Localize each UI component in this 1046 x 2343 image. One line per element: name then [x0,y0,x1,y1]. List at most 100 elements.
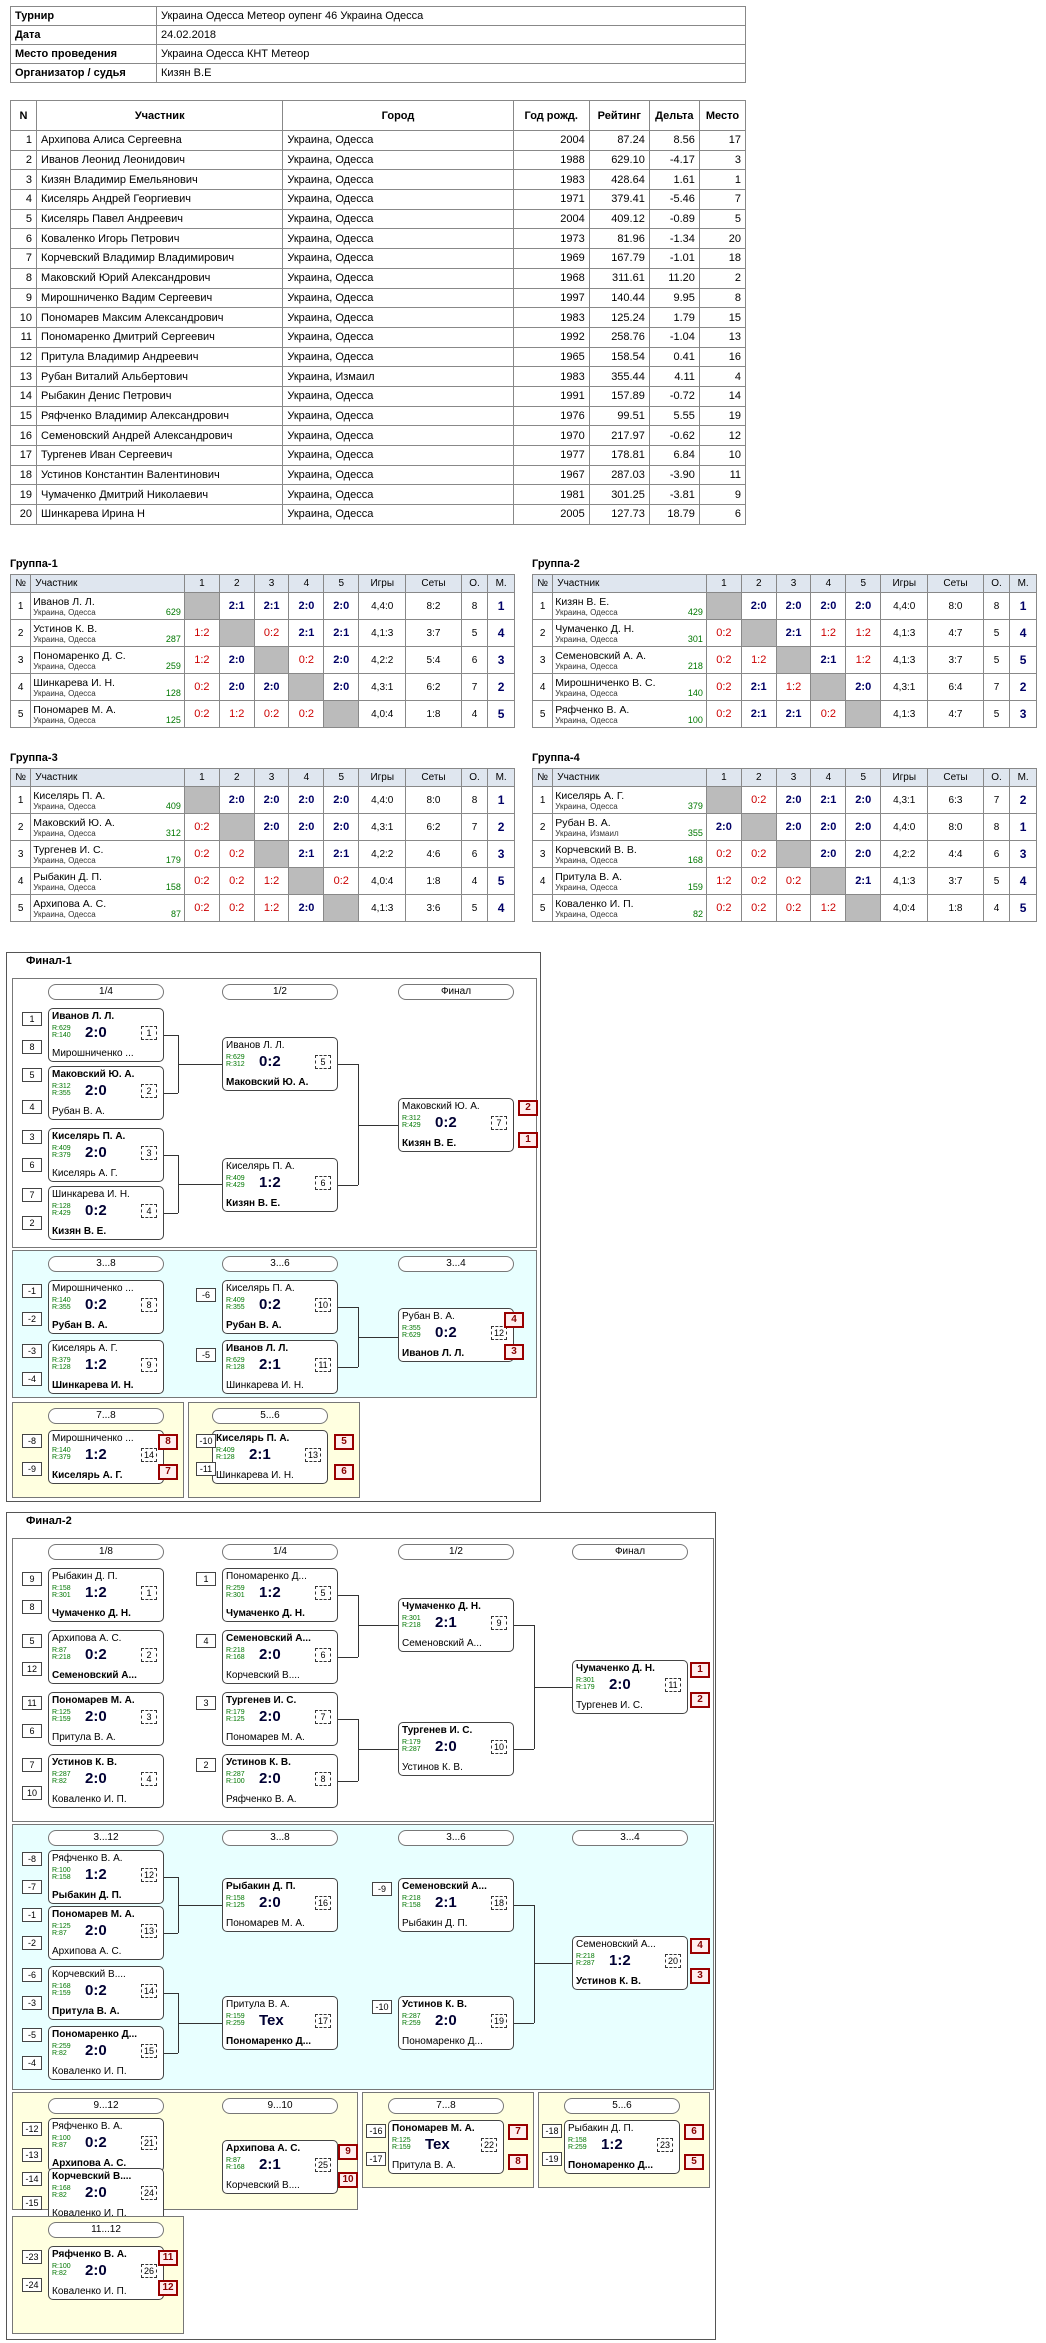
info-row: Дата 24.02.2018 [10,25,746,45]
seed-box: 7 [22,1758,42,1772]
place-cell: 2 [1009,673,1037,701]
table-cell: 7 [9,248,38,269]
match-result-cell [253,646,290,674]
match-player-2: Мирошниченко ... [52,1048,134,1059]
table-cell: 1992 [512,326,590,348]
match-result-cell: 0:2 [253,700,290,728]
games-cell: 4,3:1 [880,673,929,701]
participant-rating: 259 [165,661,181,671]
table-cell: Тургенев Иван Сергеевич [36,445,284,466]
match-result-cell [323,894,360,922]
match-result-cell: 2:0 [323,646,360,674]
match-rating-1: R:100 [52,2263,71,2270]
match-score: 2:0 [85,2262,107,2279]
group-row-number: 1 [9,592,32,620]
match-score: 1:2 [609,1952,631,1969]
participant-city: Украина, Одесса [33,715,96,725]
match-rating-2: R:355 [52,1090,71,1097]
match-box: Архипова А. С. Семеновский А... R:87 R:218 0… [48,1630,164,1684]
table-cell: 5.55 [648,405,700,427]
place-cell: 5 [487,867,515,895]
group-participant: Мирошниченко В. С. Украина, Одесса 140 [552,673,707,701]
group-row-number: 5 [531,894,554,922]
table-cell: 81.96 [588,228,650,250]
match-rating-2: R:629 [402,1332,421,1339]
bracket-line [514,1749,534,1750]
seed-box: -9 [22,1462,42,1476]
seed-box: 5 [22,1634,42,1648]
table-cell: 16 [698,346,747,368]
info-row: Организатор / судья Кизян В.Е [10,63,746,83]
match-rating-2: R:301 [226,1592,245,1599]
participant-city: Украина, Одесса [33,634,96,644]
match-rating-2: R:82 [52,1778,67,1785]
column-header: Год рожд. [512,100,590,131]
group-row: 2 Маковский Ю. А. Украина, Одесса 312 0:2 2:0… [9,813,515,841]
table-cell: 2005 [512,504,590,525]
match-player-2: Тургенев И. С. [576,1700,643,1711]
match-player-1: Притула В. А. [226,1999,290,2010]
match-number: 18 [491,1896,507,1910]
bracket-line [164,1877,178,1878]
match-box: Маковский Ю. А. Кизян В. Е. R:312 R:429 0:2 7 [398,1098,514,1152]
match-rating-1: R:409 [216,1447,235,1454]
match-player-2: Шинкарева И. Н. [226,1380,304,1391]
match-player-1: Пономарев М. А. [392,2123,475,2134]
match-rating-1: R:168 [52,2185,71,2192]
bracket-line [164,1993,178,1994]
table-cell: 18 [698,248,747,269]
match-result-cell: 0:2 [775,894,812,922]
match-result-cell: 2:0 [253,786,290,814]
group-participant: Кизян В. Е. Украина, Одесса 429 [552,592,707,620]
match-result-cell [740,619,777,647]
final-place-box: 6 [684,2124,704,2140]
group-row-number: 3 [531,646,554,674]
group-row: 1 Киселярь П. А. Украина, Одесса 409 2:0 2:0 2… [9,786,515,814]
match-score: 2:1 [249,1446,271,1463]
final-place-box: 9 [338,2144,358,2160]
match-result-cell: 0:2 [705,894,742,922]
match-score: 2:1 [435,1614,457,1631]
participant-name: Мирошниченко В. С. [555,676,656,689]
group-participant: Тургенев И. С. Украина, Одесса 179 [30,840,185,868]
table-cell: 379.41 [588,189,650,210]
table-cell: 428.64 [588,169,650,191]
match-rating-1: R:125 [52,1923,71,1930]
table-cell: 8 [698,287,747,309]
group-participant: Ряфченко В. А. Украина, Одесса 100 [552,700,707,728]
match-player-2: Ряфченко В. А. [226,1794,297,1805]
bracket-line [164,1933,178,1934]
table-cell: 10 [698,445,747,466]
match-result-cell: 2:1 [775,619,812,647]
match-result-cell: 1:2 [218,700,255,728]
seed-box: 2 [22,1216,42,1230]
match-box: Иванов Л. Л. Шинкарева И. Н. R:629 R:128 2:1… [222,1340,338,1394]
seed-box: -5 [196,1348,216,1362]
round-header: 3...8 [222,1830,338,1846]
match-player-1: Маковский Ю. А. [52,1069,135,1080]
group-participant: Пономаренко Д. С. Украина, Одесса 259 [30,646,185,674]
match-box: Рубан В. А. Иванов Л. Л. R:355 R:629 0:2 12 [398,1308,514,1362]
match-score: 2:0 [85,1082,107,1099]
group-row-number: 3 [9,840,32,868]
match-result-cell: 2:1 [845,867,882,895]
table-cell: Семеновский Андрей Александрович [36,425,284,446]
table-cell: Ряфченко Владимир Александрович [36,405,284,427]
match-rating-2: R:128 [216,1454,235,1461]
table-cell: 2 [698,267,747,289]
match-rating-2: R:429 [402,1122,421,1129]
match-player-1: Устинов К. В. [226,1757,291,1768]
match-result-cell: 0:2 [183,673,220,701]
match-player-2: Кизян В. Е. [402,1138,457,1149]
match-result-cell: 0:2 [705,700,742,728]
seed-box: 11 [22,1696,42,1710]
match-score: 0:2 [85,2134,107,2151]
match-result-cell: 2:0 [775,813,812,841]
match-rating-1: R:301 [576,1677,595,1684]
match-result-cell: 2:1 [323,619,360,647]
match-rating-2: R:82 [52,2270,67,2277]
match-number: 6 [315,1648,331,1662]
info-row: Место проведения Украина Одесса КНТ Метео… [10,44,746,64]
info-value: Украина Одесса КНТ Метеор [156,44,746,64]
table-cell: 5 [9,208,38,230]
